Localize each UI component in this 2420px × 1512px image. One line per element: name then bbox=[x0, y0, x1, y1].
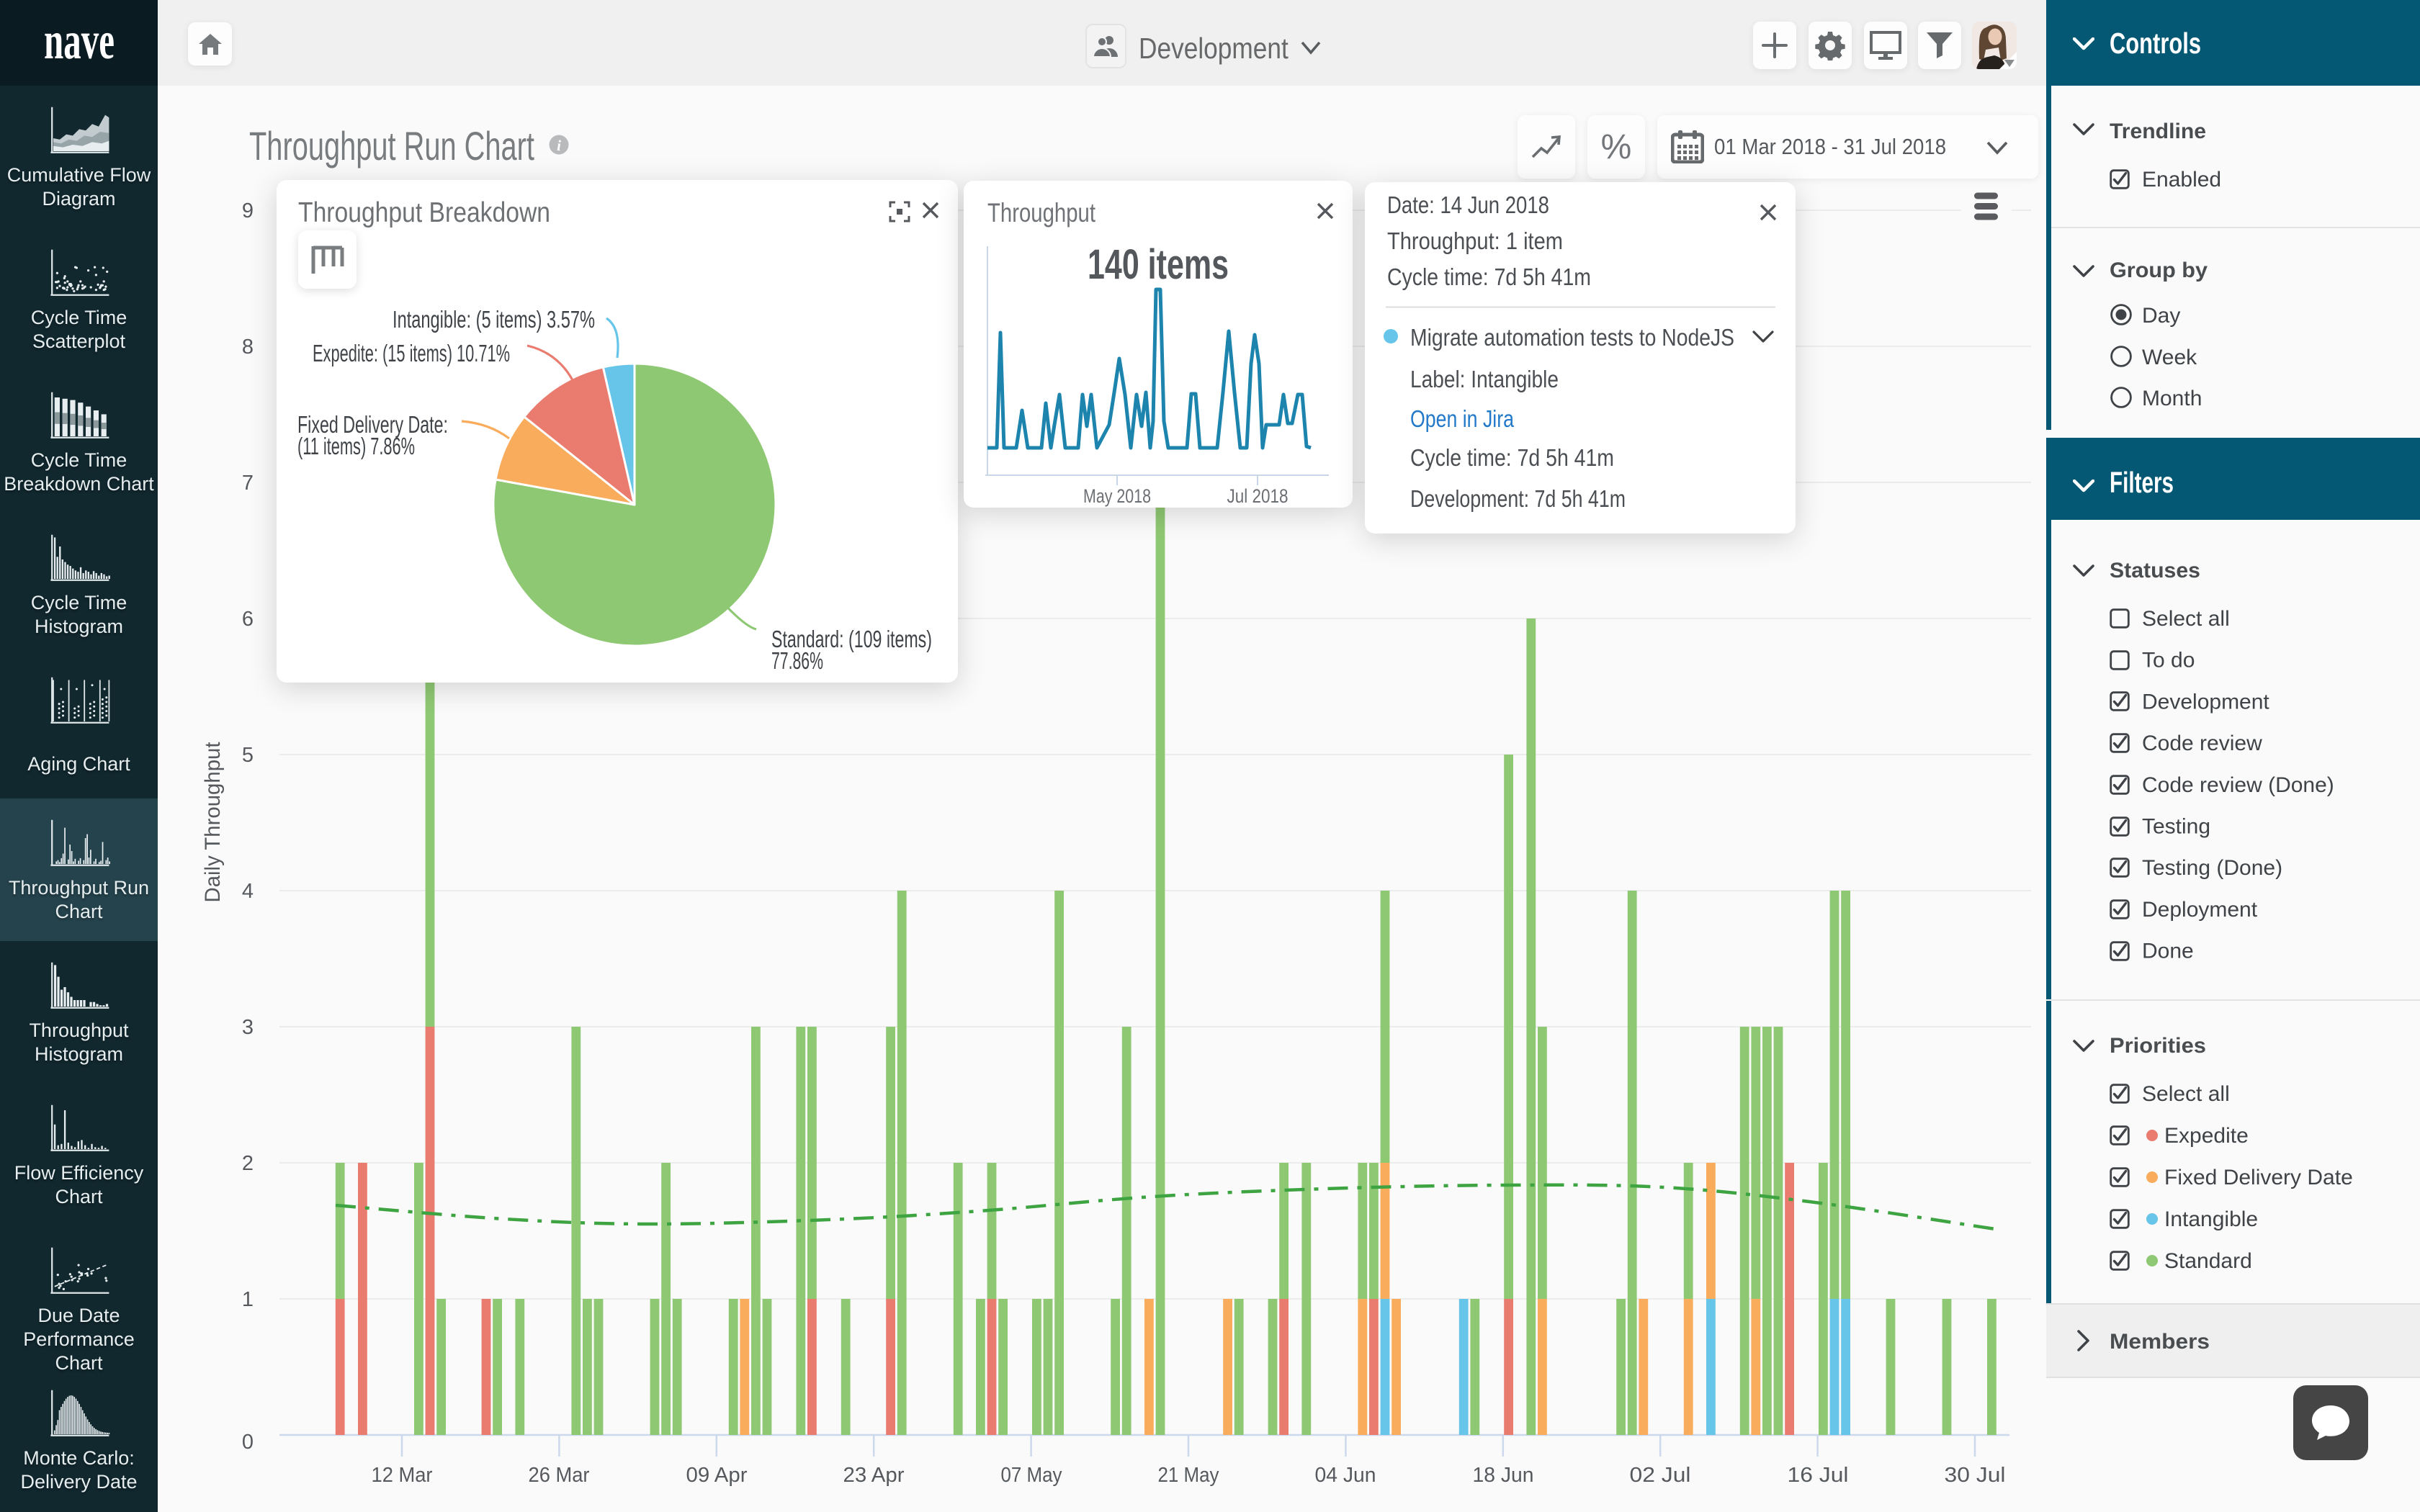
svg-text:Week: Week bbox=[2142, 346, 2197, 369]
svg-text:8: 8 bbox=[242, 336, 254, 359]
svg-text:9: 9 bbox=[242, 199, 254, 222]
svg-text:Group by: Group by bbox=[2110, 258, 2208, 282]
svg-text:Cycle time: 7d 5h 41m: Cycle time: 7d 5h 41m bbox=[1387, 264, 1591, 290]
svg-text:To do: To do bbox=[2142, 649, 2195, 672]
svg-text:Enabled: Enabled bbox=[2142, 168, 2221, 192]
svg-text:0: 0 bbox=[242, 1431, 254, 1454]
svg-text:Controls: Controls bbox=[2110, 27, 2201, 60]
svg-text:21 May: 21 May bbox=[1158, 1464, 1219, 1487]
svg-text:Day: Day bbox=[2142, 304, 2180, 328]
svg-text:02 Jul: 02 Jul bbox=[1630, 1464, 1691, 1487]
svg-text:30 Jul: 30 Jul bbox=[1945, 1464, 2006, 1487]
svg-text:77.86%: 77.86% bbox=[771, 647, 823, 674]
svg-text:Done: Done bbox=[2142, 940, 2194, 963]
svg-text:18 Jun: 18 Jun bbox=[1473, 1464, 1534, 1487]
svg-text:Intangible: Intangible bbox=[2164, 1207, 2258, 1231]
svg-text:07 May: 07 May bbox=[1001, 1464, 1062, 1487]
svg-text:Throughput Run Chart: Throughput Run Chart bbox=[249, 123, 534, 168]
svg-text:Statuses: Statuses bbox=[2110, 559, 2200, 582]
svg-text:23 Apr: 23 Apr bbox=[843, 1464, 905, 1487]
svg-text:12 Mar: 12 Mar bbox=[372, 1464, 433, 1487]
svg-text:Development: 7d 5h 41m: Development: 7d 5h 41m bbox=[1410, 485, 1626, 512]
svg-text:140 items: 140 items bbox=[1088, 241, 1229, 288]
svg-text:Month: Month bbox=[2142, 387, 2202, 410]
svg-text:(11 items) 7.86%: (11 items) 7.86% bbox=[297, 433, 415, 459]
svg-text:09 Apr: 09 Apr bbox=[686, 1464, 748, 1487]
svg-text:Code review (Done): Code review (Done) bbox=[2142, 773, 2334, 797]
svg-text:Open in Jira: Open in Jira bbox=[1410, 405, 1515, 432]
svg-text:Code review: Code review bbox=[2142, 732, 2262, 755]
svg-text:Testing (Done): Testing (Done) bbox=[2142, 856, 2282, 880]
svg-text:Standard: Standard bbox=[2164, 1249, 2252, 1273]
svg-text:Development: Development bbox=[2142, 690, 2269, 714]
svg-text:26 Mar: 26 Mar bbox=[529, 1464, 590, 1487]
svg-text:2: 2 bbox=[242, 1152, 254, 1175]
svg-text:nave: nave bbox=[44, 12, 115, 71]
svg-text:Throughput: 1 item: Throughput: 1 item bbox=[1387, 228, 1563, 254]
svg-text:4: 4 bbox=[242, 880, 254, 903]
svg-text:Jul 2018: Jul 2018 bbox=[1227, 485, 1289, 507]
svg-text:5: 5 bbox=[242, 744, 254, 767]
svg-text:Filters: Filters bbox=[2110, 466, 2174, 499]
svg-text:Expedite: (15 items) 10.71%: Expedite: (15 items) 10.71% bbox=[313, 340, 510, 366]
svg-text:7: 7 bbox=[242, 472, 254, 495]
svg-text:1: 1 bbox=[242, 1288, 254, 1311]
svg-text:Testing: Testing bbox=[2142, 815, 2210, 839]
svg-text:May 2018: May 2018 bbox=[1083, 485, 1151, 507]
svg-text:Label: Intangible: Label: Intangible bbox=[1410, 366, 1559, 392]
svg-text:Expedite: Expedite bbox=[2164, 1124, 2249, 1148]
svg-text:Migrate automation tests to No: Migrate automation tests to NodeJS bbox=[1410, 324, 1734, 351]
svg-text:Select all: Select all bbox=[2142, 1082, 2230, 1106]
svg-text:6: 6 bbox=[242, 608, 254, 631]
svg-text:16 Jul: 16 Jul bbox=[1788, 1464, 1849, 1487]
svg-text:Select all: Select all bbox=[2142, 607, 2230, 631]
svg-text:i: i bbox=[557, 137, 561, 154]
svg-text:Date: 14 Jun 2018: Date: 14 Jun 2018 bbox=[1387, 192, 1549, 218]
svg-text:Intangible: (5 items) 3.57%: Intangible: (5 items) 3.57% bbox=[393, 306, 595, 333]
svg-text:Cycle time: 7d 5h 41m: Cycle time: 7d 5h 41m bbox=[1410, 444, 1614, 471]
svg-text:Fixed Delivery Date: Fixed Delivery Date bbox=[2164, 1166, 2353, 1189]
svg-text:Throughput Breakdown: Throughput Breakdown bbox=[298, 197, 550, 228]
svg-text:Priorities: Priorities bbox=[2110, 1034, 2206, 1058]
svg-text:Throughput: Throughput bbox=[987, 198, 1096, 228]
svg-text:Deployment: Deployment bbox=[2142, 898, 2258, 922]
svg-text:3: 3 bbox=[242, 1016, 254, 1039]
svg-text:Members: Members bbox=[2110, 1330, 2210, 1354]
svg-text:Daily Throughput: Daily Throughput bbox=[201, 742, 225, 903]
svg-text:Trendline: Trendline bbox=[2110, 120, 2206, 143]
svg-text:04 Jun: 04 Jun bbox=[1315, 1464, 1376, 1487]
